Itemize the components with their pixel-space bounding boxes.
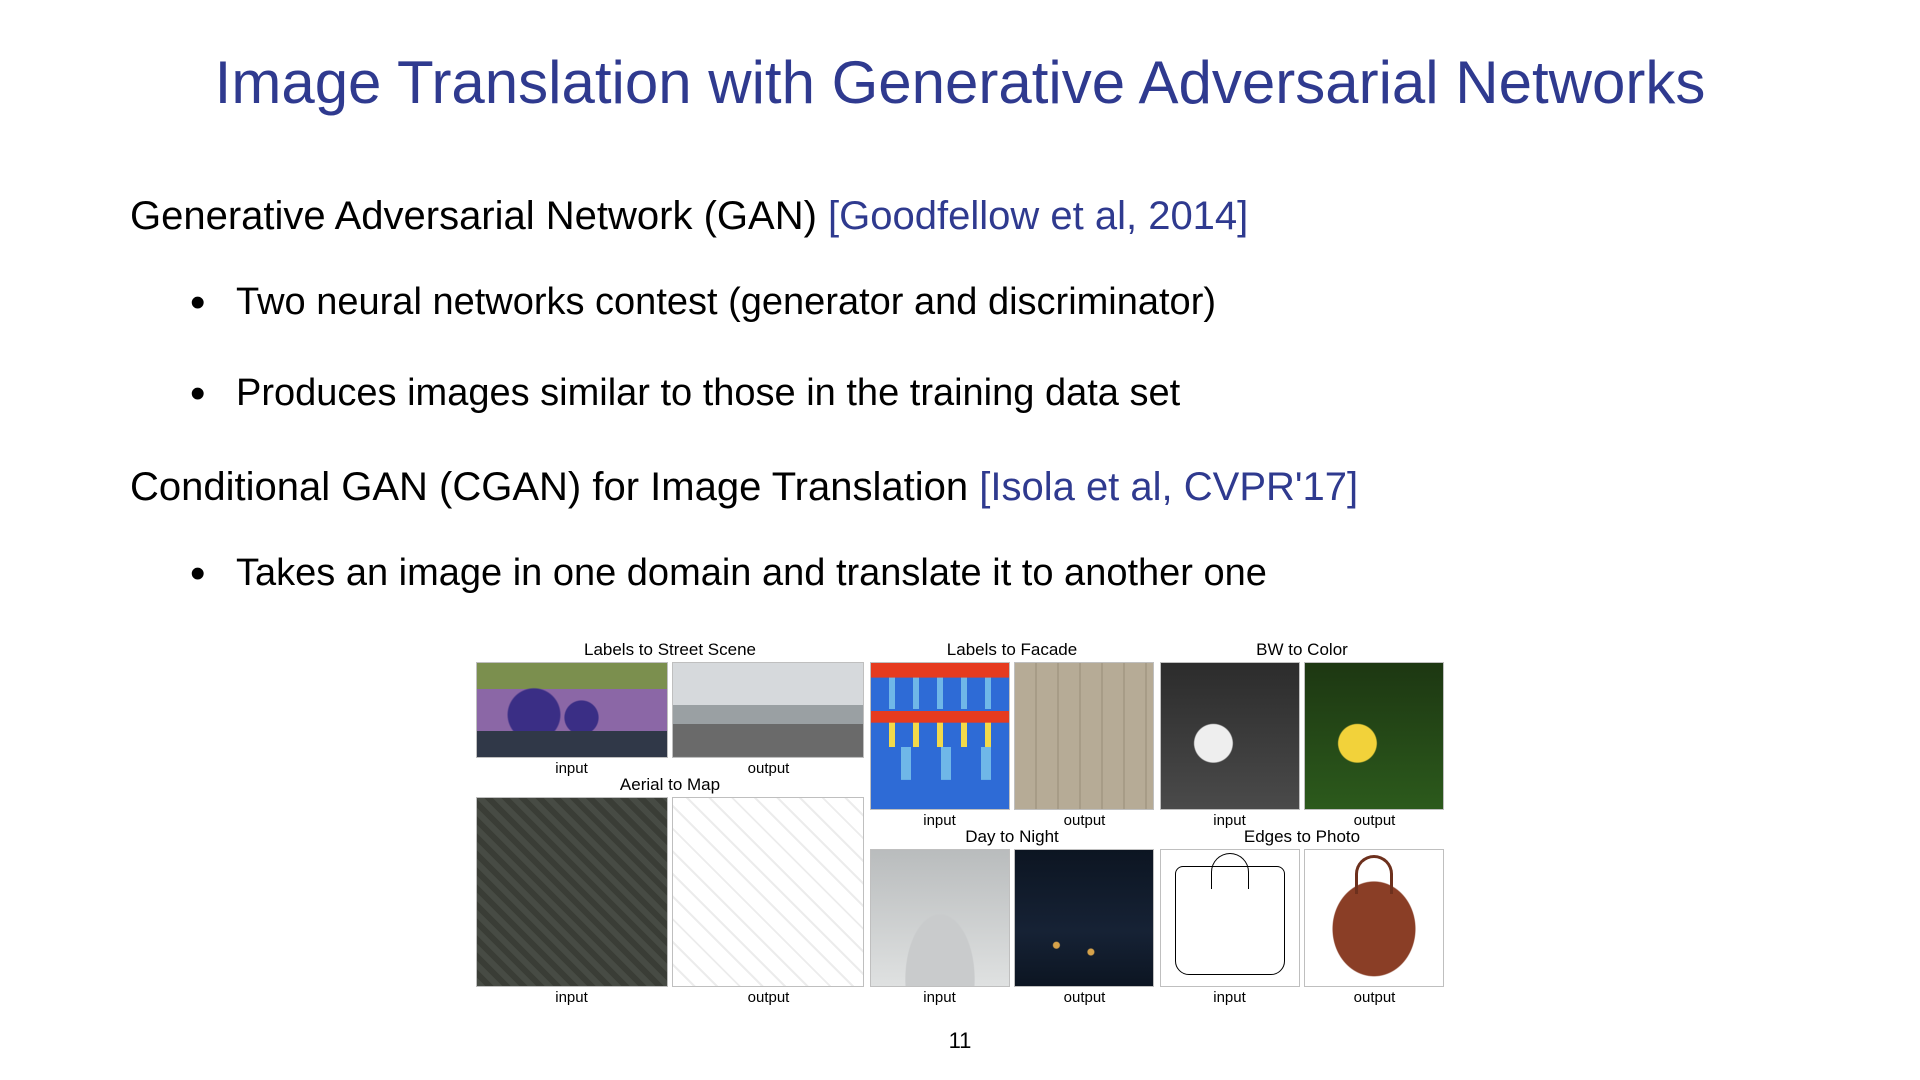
caption-input: input <box>1159 987 1300 1006</box>
section-cgan-citation: [Isola et al, CVPR'17] <box>979 465 1358 509</box>
figure-label: BW to Color <box>1256 640 1348 660</box>
thumb-aerial-input <box>476 797 668 987</box>
slide-body: Generative Adversarial Network (GAN) [Go… <box>130 190 1790 640</box>
caption-input: input <box>869 987 1010 1006</box>
thumb-color-output <box>1304 662 1444 810</box>
thumb-edges-input <box>1160 849 1300 987</box>
thumb-bag-output <box>1304 849 1444 987</box>
figure-column-left: Labels to Street Scene input output Aeri… <box>475 640 865 1006</box>
figure-label: Labels to Facade <box>947 640 1077 660</box>
section-cgan-heading: Conditional GAN (CGAN) for Image Transla… <box>130 461 1790 513</box>
bullet-item: Takes an image in one domain and transla… <box>190 549 1790 598</box>
bullet-item: Produces images similar to those in the … <box>190 369 1790 418</box>
figure-column-mid: Labels to Facade input output Day to Nig… <box>869 640 1155 1006</box>
thumb-labels-street-input <box>476 662 668 758</box>
thumb-facade-label-input <box>870 662 1010 810</box>
page-number: 11 <box>0 1028 1920 1054</box>
thumb-labels-street-output <box>672 662 864 758</box>
slide: Image Translation with Generative Advers… <box>0 0 1920 1080</box>
figure-label: Labels to Street Scene <box>584 640 756 660</box>
caption-output: output <box>1304 987 1445 1006</box>
caption-output: output <box>1014 987 1155 1006</box>
thumb-night-output <box>1014 849 1154 987</box>
thumb-bw-input <box>1160 662 1300 810</box>
thumb-day-input <box>870 849 1010 987</box>
bullet-item: Two neural networks contest (generator a… <box>190 278 1790 327</box>
slide-title: Image Translation with Generative Advers… <box>0 48 1920 117</box>
thumb-map-output <box>672 797 864 987</box>
figure-image-translation-examples: Labels to Street Scene input output Aeri… <box>460 640 1460 1006</box>
figure-label: Edges to Photo <box>1244 827 1360 847</box>
figure-label: Aerial to Map <box>620 775 720 795</box>
section-gan-citation: [Goodfellow et al, 2014] <box>828 194 1248 238</box>
section-cgan-text: Conditional GAN (CGAN) for Image Transla… <box>130 465 979 509</box>
thumb-facade-output <box>1014 662 1154 810</box>
section-gan-bullets: Two neural networks contest (generator a… <box>190 278 1790 419</box>
figure-label: Day to Night <box>965 827 1059 847</box>
figure-column-right: BW to Color input output Edges to Photo … <box>1159 640 1445 1006</box>
caption-input: input <box>475 987 668 1006</box>
section-gan-text: Generative Adversarial Network (GAN) <box>130 194 828 238</box>
section-cgan-bullets: Takes an image in one domain and transla… <box>190 549 1790 598</box>
section-gan-heading: Generative Adversarial Network (GAN) [Go… <box>130 190 1790 242</box>
caption-output: output <box>672 987 865 1006</box>
